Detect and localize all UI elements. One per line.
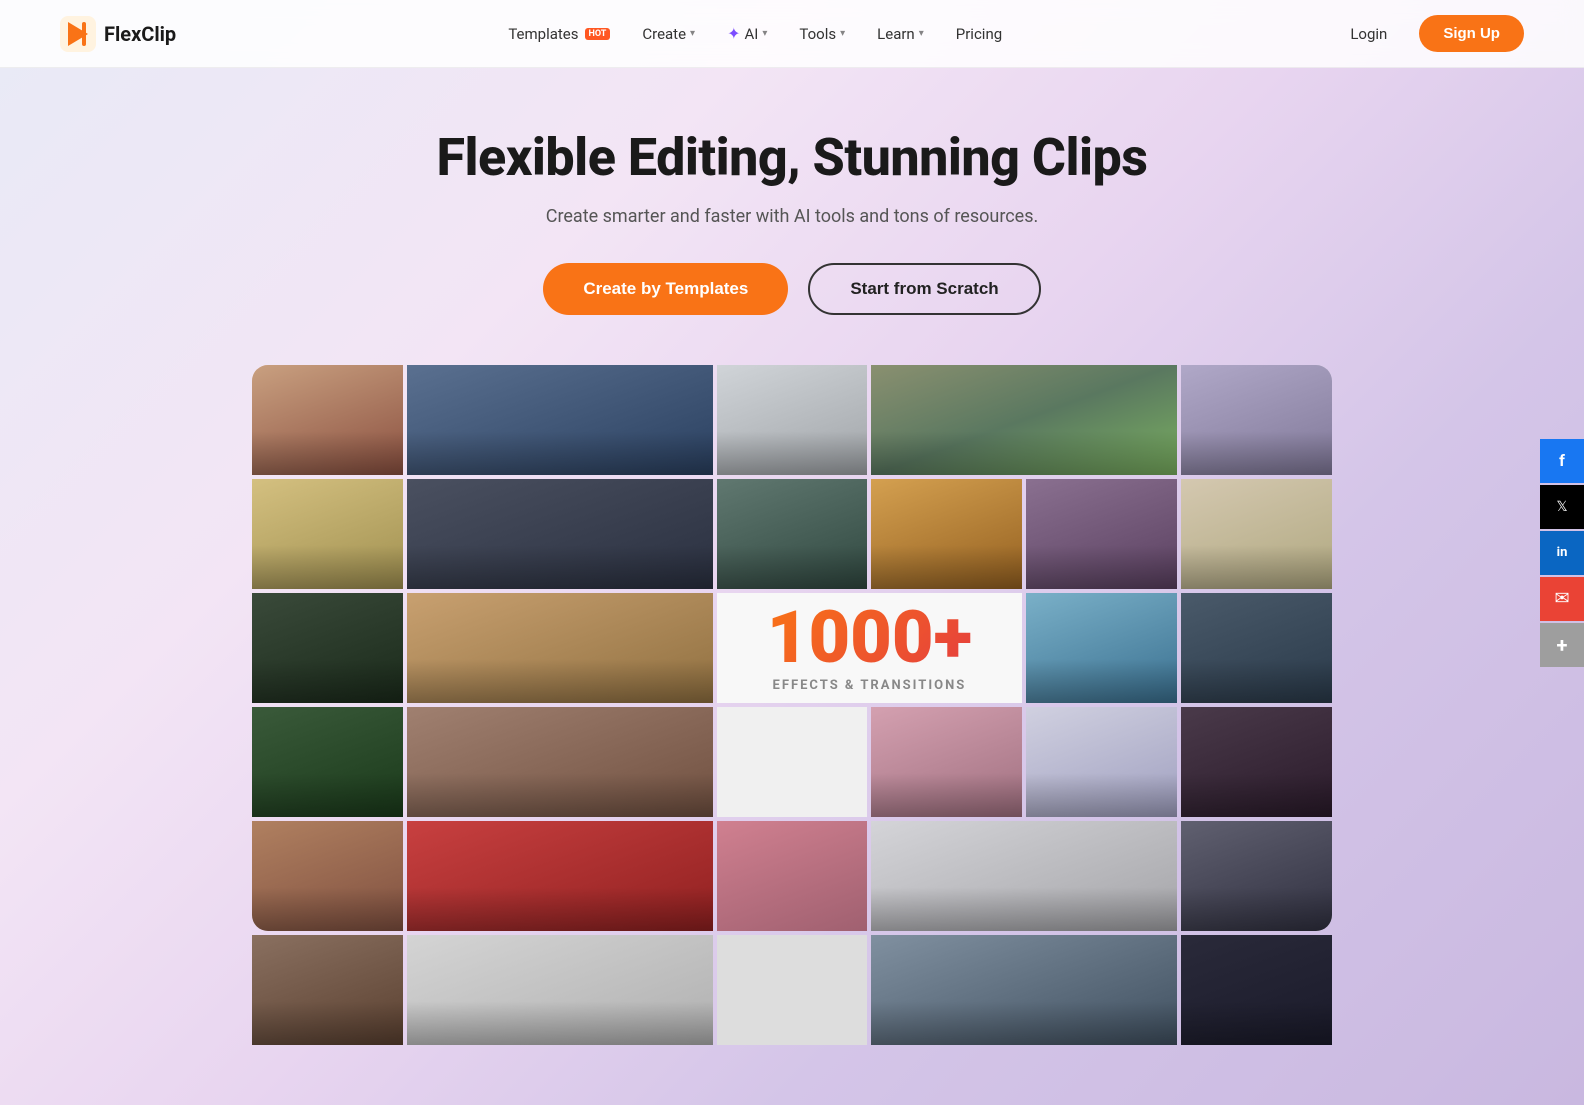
grid-cell — [407, 479, 713, 589]
chevron-down-icon: ▾ — [919, 28, 924, 39]
facebook-icon: f — [1559, 451, 1565, 470]
grid-cell-center: 1000+ EFFECTS & TRANSITIONS — [717, 593, 1023, 703]
nav-right: Login Sign Up — [1334, 15, 1524, 52]
nav-links: Templates HOT Create ▾ ✦ AI ▾ Tools ▾ Le… — [494, 16, 1016, 51]
nav-learn[interactable]: Learn ▾ — [863, 17, 938, 51]
grid-cell — [1181, 593, 1332, 703]
grid-cell — [407, 707, 713, 817]
media-grid-section: 1000+ EFFECTS & TRANSITIONS — [252, 365, 1332, 1045]
email-icon: ✉ — [1554, 588, 1569, 609]
chevron-down-icon: ▾ — [762, 28, 767, 39]
media-grid: 1000+ EFFECTS & TRANSITIONS — [252, 365, 1332, 931]
more-icon: + — [1557, 633, 1568, 657]
logo[interactable]: FlexClip — [60, 16, 176, 52]
grid-cell — [1181, 707, 1332, 817]
chevron-down-icon: ▾ — [840, 28, 845, 39]
grid-cell — [407, 821, 713, 931]
brand-name: FlexClip — [104, 22, 176, 46]
grid-cell — [252, 707, 403, 817]
grid-cell — [252, 593, 403, 703]
more-share-button[interactable]: + — [1540, 623, 1584, 667]
nav-tools[interactable]: Tools ▾ — [785, 17, 859, 51]
overlay-number: 1000+ — [767, 602, 972, 674]
twitter-share-button[interactable]: 𝕏 — [1540, 485, 1584, 529]
hero-buttons: Create by Templates Start from Scratch — [543, 263, 1040, 315]
grid-cell — [1181, 821, 1332, 931]
grid-cell — [252, 821, 403, 931]
nav-pricing[interactable]: Pricing — [942, 17, 1016, 51]
grid-cell — [717, 479, 868, 589]
grid-cell — [871, 479, 1022, 589]
nav-create[interactable]: Create ▾ — [628, 17, 709, 51]
hero-title: Flexible Editing, Stunning Clips — [436, 128, 1147, 188]
grid-cell — [717, 365, 868, 475]
create-templates-button[interactable]: Create by Templates — [543, 263, 788, 315]
grid-cell — [252, 365, 403, 475]
grid-cell — [717, 707, 868, 817]
signup-button[interactable]: Sign Up — [1419, 15, 1524, 52]
twitter-icon: 𝕏 — [1556, 499, 1567, 515]
grid-cell — [407, 365, 713, 475]
hero-subtitle: Create smarter and faster with AI tools … — [546, 206, 1039, 227]
grid-cell — [871, 365, 1177, 475]
hero-section: Flexible Editing, Stunning Clips Create … — [0, 68, 1584, 365]
nav-templates[interactable]: Templates HOT — [494, 17, 624, 51]
linkedin-icon: in — [1557, 545, 1568, 560]
grid-cell — [871, 821, 1177, 931]
linkedin-share-button[interactable]: in — [1540, 531, 1584, 575]
grid-extra-row — [252, 935, 1332, 1045]
start-scratch-button[interactable]: Start from Scratch — [808, 263, 1040, 315]
nav-ai[interactable]: ✦ AI ▾ — [713, 16, 781, 51]
chevron-down-icon: ▾ — [690, 28, 695, 39]
ai-icon: ✦ — [727, 24, 740, 43]
overlay-text: EFFECTS & TRANSITIONS — [773, 678, 967, 693]
grid-cell — [252, 479, 403, 589]
grid-cell — [871, 707, 1022, 817]
grid-cell — [1181, 479, 1332, 589]
grid-cell — [1026, 593, 1177, 703]
login-button[interactable]: Login — [1334, 17, 1403, 51]
grid-cell — [1181, 365, 1332, 475]
grid-cell — [407, 593, 713, 703]
grid-cell — [1026, 479, 1177, 589]
email-share-button[interactable]: ✉ — [1540, 577, 1584, 621]
social-sidebar: f 𝕏 in ✉ + — [1540, 439, 1584, 667]
navigation: FlexClip Templates HOT Create ▾ ✦ AI ▾ T… — [0, 0, 1584, 68]
grid-cell — [1026, 707, 1177, 817]
grid-cell — [717, 821, 868, 931]
facebook-share-button[interactable]: f — [1540, 439, 1584, 483]
